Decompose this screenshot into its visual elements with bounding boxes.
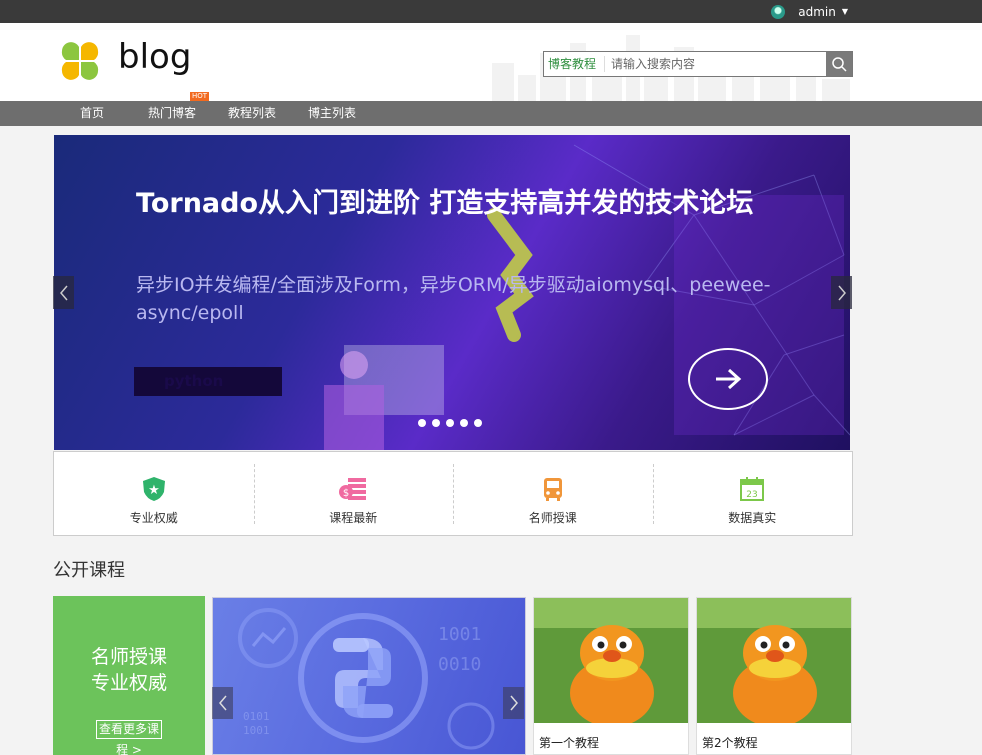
banner-next-button[interactable] [831,276,852,309]
svg-text:23: 23 [747,490,758,500]
promo-line: 名师授课 [90,646,167,668]
svg-text:0101: 0101 [243,710,270,723]
logo-text[interactable]: blog [118,37,191,77]
main-nav: 首页 热门博客 HOT 教程列表 博主列表 [0,92,982,126]
nav-item-tutorials[interactable]: 教程列表 [228,101,276,126]
carousel-next-button[interactable] [503,687,524,719]
nav-item-bloggers[interactable]: 博主列表 [308,101,356,126]
username: admin [798,4,836,19]
search-type-selector[interactable]: 博客教程 [544,56,606,72]
course-carousel[interactable]: 1001 0010 0101 1001 [212,597,526,755]
search-icon [832,57,847,72]
hot-badge: HOT [190,92,210,101]
shield-icon: ★ [142,477,165,501]
feature-authority: ★ 专业权威 [54,452,254,535]
feature-label: 课程最新 [329,511,378,525]
view-more-button[interactable]: 查看更多课 [95,720,162,739]
banner-arrow-button[interactable] [688,348,768,410]
carousel-dot[interactable] [460,419,468,427]
carousel-dot[interactable] [474,419,482,427]
carousel-dots [418,419,482,427]
chevron-down-icon: ▼ [841,7,848,16]
python-course-image: 1001 0010 0101 1001 [238,608,495,750]
arrow-right-icon [716,368,742,390]
carousel-prev-button[interactable] [212,687,233,719]
nav-item-home[interactable]: 首页 [80,101,104,126]
carousel-dot[interactable] [418,419,426,427]
feature-label: 数据真实 [728,511,777,525]
nav-item-hot-blogs[interactable]: 热门博客 [148,101,196,126]
svg-text:$: $ [343,488,349,499]
svg-text:★: ★ [148,483,160,498]
avatar [771,4,786,19]
features-bar: ★ 专业权威 $ 课程最新 名师授课 23 数据真实 [53,451,853,536]
carousel-dot[interactable] [432,419,440,427]
search-button[interactable] [826,52,852,76]
banner-subtitle: 异步IO并发编程/全面涉及Form，异步ORM/异步驱动aiomysql、pee… [136,274,771,324]
banner-title: Tornado从入门到进阶 打造支持高并发的技术论坛 [136,188,754,219]
top-bar: admin ▼ [0,0,982,23]
chevron-right-icon [509,695,518,711]
feature-real-data: 23 数据真实 [652,452,853,535]
svg-text:1001: 1001 [438,624,481,645]
svg-text:1001: 1001 [243,724,270,737]
bus-icon [543,478,562,501]
banner-tag: python [134,367,282,396]
feature-label: 名师授课 [528,511,577,525]
feature-teachers: 名师授课 [453,452,653,535]
svg-text:0010: 0010 [438,654,481,675]
promo-panel: 名师授课 专业权威 查看更多课 程 > [53,596,205,755]
feature-label: 专业权威 [129,511,178,525]
hero-banner[interactable]: Tornado从入门到进阶 打造支持高并发的技术论坛 异步IO并发编程/全面涉及… [54,135,850,450]
chevron-left-icon [218,695,227,711]
logo-icon[interactable] [60,41,100,81]
calendar-icon: 23 [740,477,765,501]
section-title: 公开课程 [53,560,125,581]
course-title: 第2个教程 [702,736,758,750]
view-more-link[interactable]: 程 > [53,741,205,755]
course-card[interactable]: 第一个教程 [533,597,689,755]
course-thumbnail [534,598,688,727]
money-stack-icon: $ [339,478,367,500]
search-input[interactable] [605,53,816,75]
user-menu[interactable]: admin ▼ [771,0,848,23]
course-thumbnail [697,598,851,727]
chevron-left-icon [59,285,68,300]
feature-latest: $ 课程最新 [253,452,454,535]
chevron-right-icon [837,285,846,300]
course-title: 第一个教程 [539,736,600,750]
promo-line: 专业权威 [90,672,167,694]
banner-prev-button[interactable] [53,276,74,309]
site-header: blog 博客教程 [0,23,982,101]
search-box: 博客教程 [543,51,853,77]
carousel-dot[interactable] [446,419,454,427]
course-card[interactable]: 第2个教程 [696,597,852,755]
